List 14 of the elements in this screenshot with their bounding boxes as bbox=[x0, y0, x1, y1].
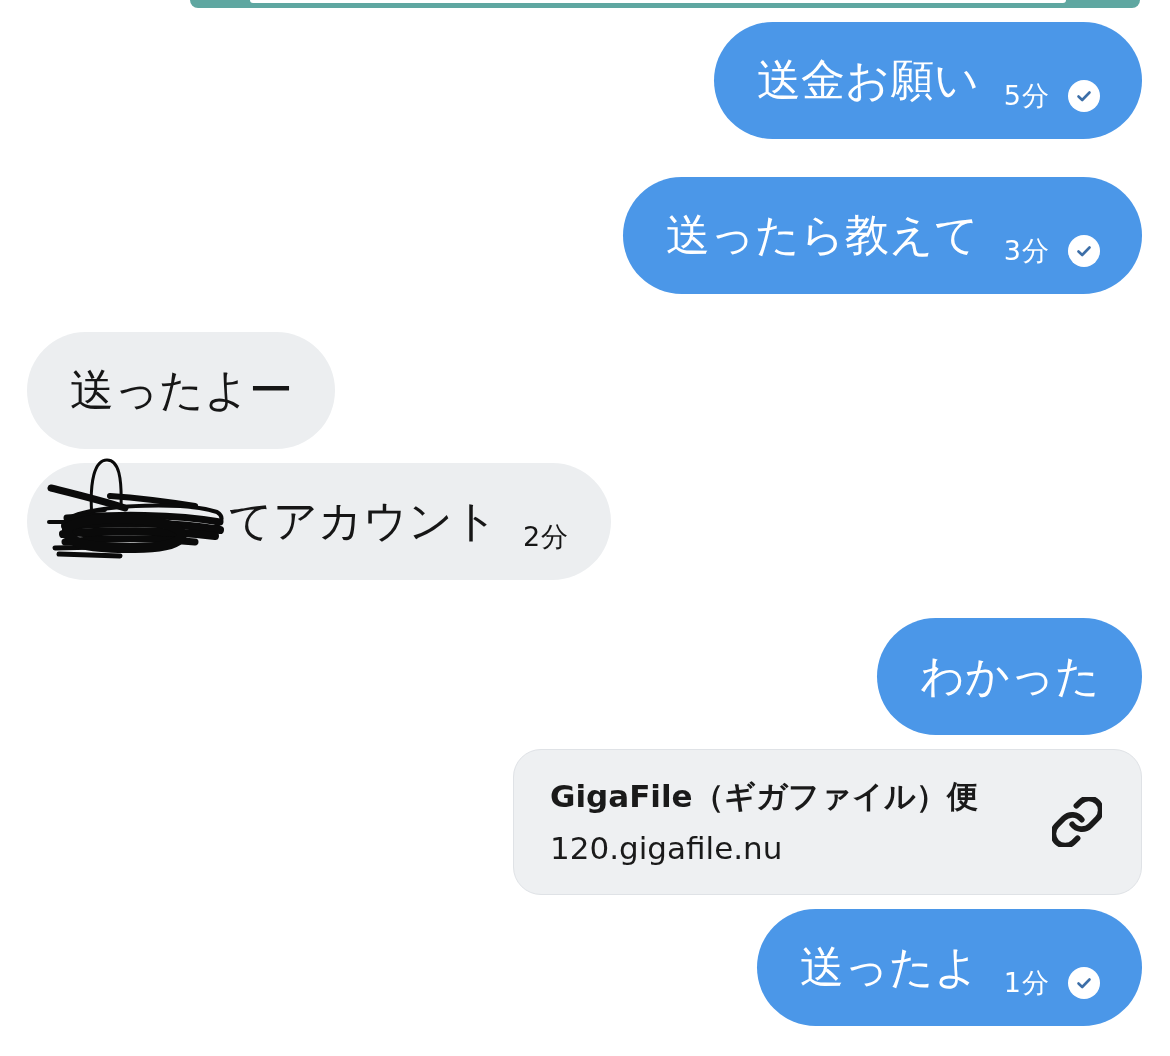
message-text: 送金お願い bbox=[756, 54, 979, 107]
message-text: てアカウント bbox=[228, 495, 498, 548]
link-icon bbox=[1052, 797, 1102, 847]
message-time: 3分 bbox=[1003, 235, 1050, 266]
link-title: GigaFile（ギガファイル）便 bbox=[550, 777, 979, 816]
message-time: 5分 bbox=[1003, 80, 1050, 111]
link-preview-card[interactable]: GigaFile（ギガファイル）便 120.gigafile.nu bbox=[513, 749, 1142, 895]
message-time: 2分 bbox=[523, 521, 570, 552]
message-text: 送ったよ bbox=[799, 941, 979, 994]
message-text: 送ったら教えて bbox=[665, 209, 979, 262]
message-time: 1分 bbox=[1003, 967, 1050, 998]
message-text: 送ったよー bbox=[70, 364, 293, 417]
link-url: 120.gigafile.nu bbox=[550, 829, 784, 868]
message-text: わかった bbox=[920, 650, 1100, 703]
